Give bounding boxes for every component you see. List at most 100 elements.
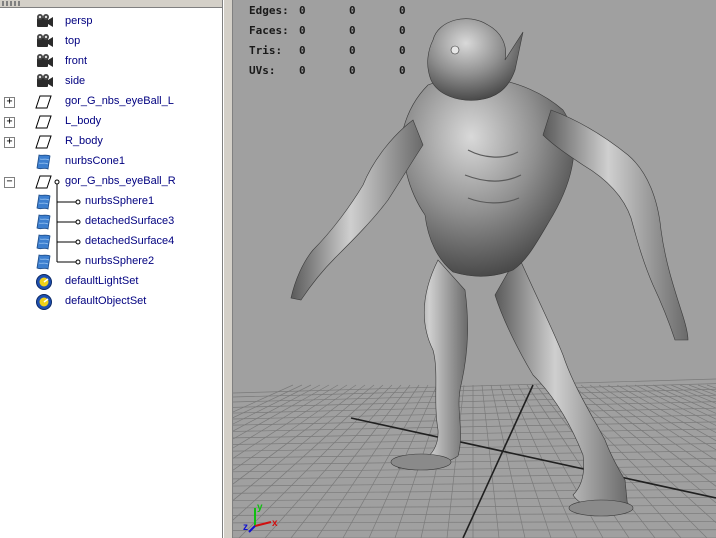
grid-line xyxy=(643,384,716,420)
hud-value: 0 xyxy=(299,64,306,77)
viewport-scene[interactable] xyxy=(233,0,716,538)
grid-line xyxy=(233,394,716,408)
grid-line xyxy=(616,384,716,442)
outliner-item-label: detachedSurface3 xyxy=(85,215,175,227)
group-icon xyxy=(34,93,54,111)
hud-label: UVs: xyxy=(249,64,276,77)
camera-icon xyxy=(34,73,54,91)
outliner-item-side[interactable]: side xyxy=(0,72,218,92)
grid-line xyxy=(670,384,716,404)
z-axis-line xyxy=(248,525,256,533)
panel-grip-icon[interactable] xyxy=(2,1,22,6)
group-icon xyxy=(34,113,54,131)
outliner-item-detachedsurface4[interactable]: detachedSurface4 xyxy=(0,232,218,252)
left-foot[interactable] xyxy=(390,453,452,471)
hud-value: 0 xyxy=(349,44,356,57)
camera-icon xyxy=(34,13,54,31)
nurbs-surface-icon xyxy=(34,233,54,251)
torso[interactable] xyxy=(402,76,575,277)
left-arm[interactable] xyxy=(290,119,424,301)
outliner-item-detachedsurface3[interactable]: detachedSurface3 xyxy=(0,212,218,232)
hud-row-tris: Tris: 0 0 0 xyxy=(249,44,429,60)
outliner-item-label: gor_G_nbs_eyeBall_R xyxy=(65,175,176,187)
hud-value: 0 xyxy=(299,44,306,57)
perspective-viewport[interactable]: Edges: 0 0 0 Faces: 0 0 0 Tris: 0 0 0 UVs: 0 0 0 y x z xyxy=(233,0,716,538)
outliner-item-label: L_body xyxy=(65,115,102,127)
camera-icon xyxy=(34,53,54,71)
outliner-item-label: R_body xyxy=(65,135,103,147)
expand-icon[interactable]: + xyxy=(4,137,15,148)
collapse-icon[interactable]: − xyxy=(4,177,15,188)
grid-line xyxy=(607,384,716,451)
outliner-item-nurbscone1[interactable]: nurbsCone1 xyxy=(0,152,218,172)
hud-row-faces: Faces: 0 0 0 xyxy=(249,24,429,40)
outliner-item-front[interactable]: front xyxy=(0,52,218,72)
outliner-item-top[interactable]: top xyxy=(0,32,218,52)
outliner-item-defaultobjectset[interactable]: defaultObjectSet xyxy=(0,292,218,312)
right-leg[interactable] xyxy=(494,254,629,511)
outliner-item-label: nurbsSphere1 xyxy=(85,195,155,207)
outliner-item-label: side xyxy=(65,75,86,87)
left-leg[interactable] xyxy=(397,259,468,469)
hud-value: 0 xyxy=(399,64,406,77)
outliner-item-label: top xyxy=(65,35,81,47)
z-axis-label: z xyxy=(243,522,248,533)
nurbs-surface-icon xyxy=(34,213,54,231)
group-icon xyxy=(34,173,54,191)
nurbs-surface-icon xyxy=(34,253,54,271)
hud-row-uvs: UVs: 0 0 0 xyxy=(249,64,429,80)
y-axis-label: y xyxy=(257,502,263,513)
hud-value: 0 xyxy=(349,24,356,37)
group-icon xyxy=(34,133,54,151)
ground-grid xyxy=(233,378,716,538)
outliner-item-r-body[interactable]: + R_body xyxy=(0,132,218,152)
outliner-item-persp[interactable]: persp xyxy=(0,12,218,32)
set-icon xyxy=(34,273,54,291)
outliner-item-l-body[interactable]: + L_body xyxy=(0,112,218,132)
eye xyxy=(450,45,460,55)
x-axis-line xyxy=(254,521,272,527)
outliner-item-label: front xyxy=(65,55,88,67)
outliner-item-label: nurbsCone1 xyxy=(65,155,125,167)
grid-line xyxy=(233,465,716,473)
set-icon xyxy=(34,293,54,311)
outliner-item-label: nurbsSphere2 xyxy=(85,255,155,267)
hud-value: 0 xyxy=(399,24,406,37)
outliner-item-label: gor_G_nbs_eyeBall_L xyxy=(65,95,174,107)
outliner-item-gor-g-nbs-eyeball-r[interactable]: − gor_G_nbs_eyeBall_R xyxy=(0,172,218,192)
right-foot[interactable] xyxy=(568,499,634,517)
grid-line xyxy=(233,505,716,509)
outliner-item-defaultlightset[interactable]: defaultLightSet xyxy=(0,272,218,292)
camera-icon xyxy=(34,33,54,51)
expand-icon[interactable]: + xyxy=(4,117,15,128)
hud-label: Edges: xyxy=(249,4,289,17)
outliner-item-label: defaultLightSet xyxy=(65,275,139,287)
grid-line xyxy=(233,497,716,501)
grid-line xyxy=(233,521,716,524)
expand-icon[interactable]: + xyxy=(4,97,15,108)
hud-value: 0 xyxy=(399,4,406,17)
hud-label: Faces: xyxy=(249,24,289,37)
outliner-item-label: persp xyxy=(65,15,93,27)
panel-divider[interactable] xyxy=(223,0,233,538)
hud-value: 0 xyxy=(299,24,306,37)
outliner-item-label: defaultObjectSet xyxy=(65,295,147,307)
nurbs-surface-icon xyxy=(34,193,54,211)
hud-value: 0 xyxy=(399,44,406,57)
hud-label: Tris: xyxy=(249,44,283,57)
view-axis-indicator: y x z xyxy=(243,502,278,533)
nurbs-surface-icon xyxy=(34,153,54,171)
outliner-header-bar xyxy=(0,0,222,8)
outliner-item-nurbssphere2[interactable]: nurbsSphere2 xyxy=(0,252,218,272)
hud-value: 0 xyxy=(349,64,356,77)
outliner-item-nurbssphere1[interactable]: nurbsSphere1 xyxy=(0,192,218,212)
outliner-panel: persp top front side + gor_G_nbs_eyeBall_L + L_… xyxy=(0,0,223,538)
outliner-item-label: detachedSurface4 xyxy=(85,235,175,247)
hud-value: 0 xyxy=(299,4,306,17)
outliner-item-gor-g-nbs-eyeball-l[interactable]: + gor_G_nbs_eyeBall_L xyxy=(0,92,218,112)
grid-line xyxy=(233,458,716,466)
right-arm[interactable] xyxy=(542,109,689,341)
grid-line xyxy=(679,384,716,400)
x-axis-label: x xyxy=(272,518,278,529)
grid-line xyxy=(233,529,716,531)
